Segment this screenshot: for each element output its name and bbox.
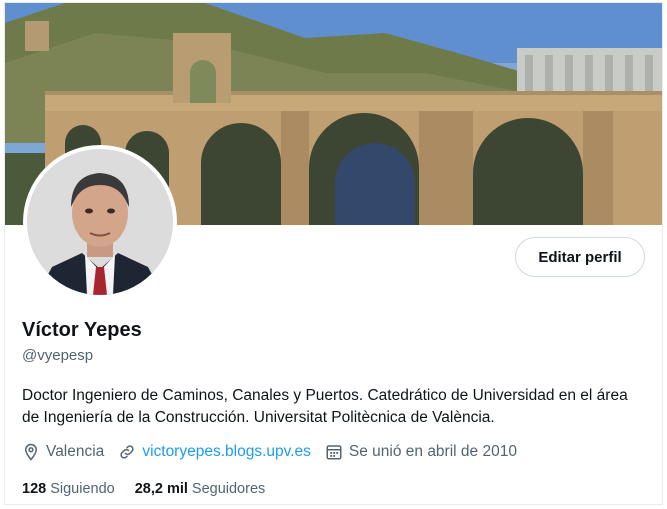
joined-text: Se unió en abril de 2010: [348, 443, 517, 460]
location-text: Valencia: [46, 443, 105, 460]
following-label: Siguiendo: [50, 481, 115, 497]
followers-stat[interactable]: 28,2 mil Seguidores: [135, 481, 266, 497]
website-item: victoryepes.blogs.upv.es: [118, 443, 311, 461]
edit-profile-button[interactable]: Editar perfil: [515, 237, 645, 277]
profile-avatar[interactable]: [23, 145, 177, 299]
link-icon: [120, 445, 134, 459]
profile-name: Víctor Yepes: [22, 319, 142, 341]
profile-stats: 128 Siguiendo 28,2 mil Seguidores: [22, 481, 285, 497]
calendar-icon: [326, 445, 342, 460]
profile-handle: @vyepesp: [22, 347, 94, 364]
website-link[interactable]: victoryepes.blogs.upv.es: [142, 443, 311, 461]
followers-label: Seguidores: [191, 481, 266, 497]
location-pin-icon: [24, 443, 38, 461]
location-item: Valencia: [22, 443, 104, 461]
following-stat[interactable]: 128 Siguiendo: [22, 481, 115, 497]
following-count: 128: [22, 481, 47, 497]
followers-count: 28,2 mil: [134, 481, 188, 497]
joined-item: Se unió en abril de 2010: [325, 443, 517, 461]
profile-bio: Doctor Ingeniero de Caminos, Canales y P…: [22, 387, 628, 426]
profile-meta: Valencia victoryepes.blogs.upv.es Se uni…: [22, 443, 531, 461]
profile-card: Editar perfil Víctor Yepes @vyepesp Doct…: [4, 2, 663, 505]
